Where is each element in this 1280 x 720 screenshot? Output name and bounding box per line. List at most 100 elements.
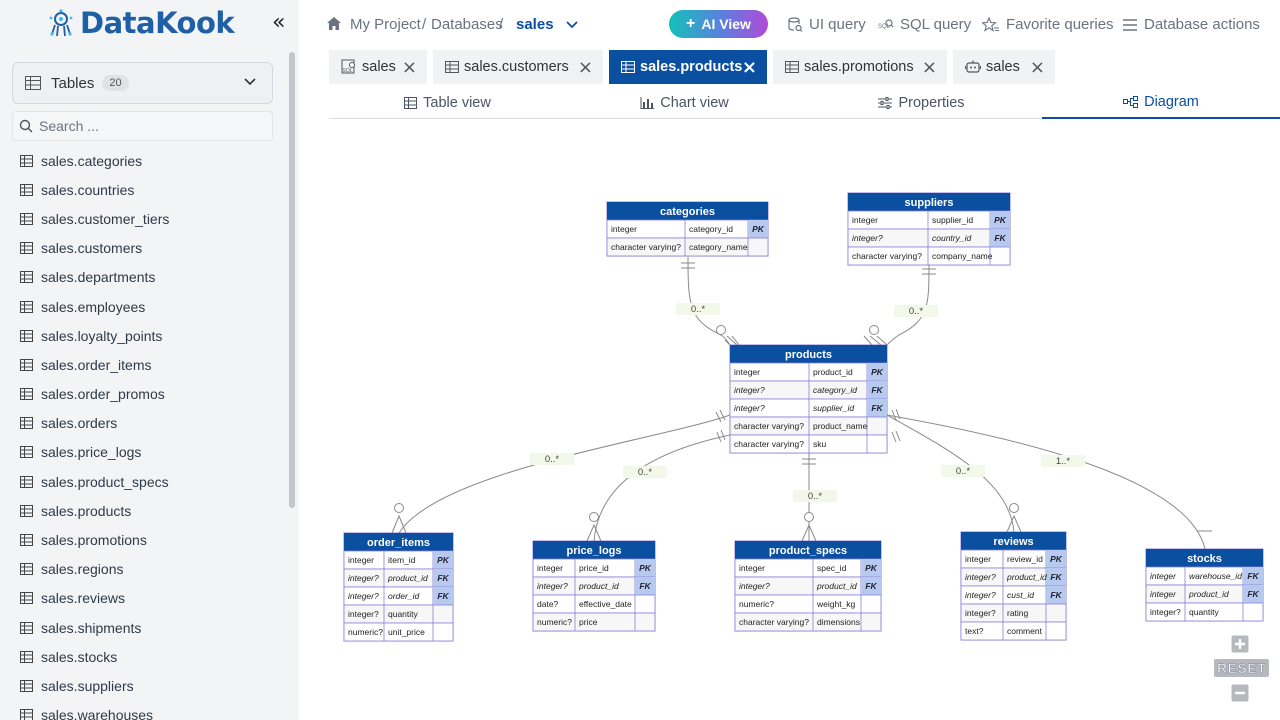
sidebar-table-item[interactable]: sales.product_specs bbox=[0, 467, 290, 496]
one-marker bbox=[716, 429, 726, 443]
tab-sales-ai[interactable]: sales × bbox=[953, 50, 1055, 84]
close-icon[interactable]: × bbox=[922, 57, 937, 78]
tab-sales-products[interactable]: sales.products × bbox=[609, 50, 767, 84]
key-badge: PK bbox=[865, 563, 878, 573]
table-name: sales.customers bbox=[41, 240, 143, 257]
table-name: sales.employees bbox=[41, 298, 146, 315]
cardinality-label: 1..* bbox=[1056, 456, 1071, 467]
cardinality-label: 0..* bbox=[638, 467, 653, 478]
tables-dropdown[interactable]: Tables 20 bbox=[12, 62, 273, 104]
sidebar-table-item[interactable]: sales.order_promos bbox=[0, 380, 290, 409]
favorite-queries-button[interactable]: Favorite queries bbox=[982, 16, 1114, 33]
sidebar-table-item[interactable]: sales.loyalty_points bbox=[0, 321, 290, 350]
sidebar-table-item[interactable]: sales.customer_tiers bbox=[0, 204, 290, 233]
chevron-down-icon[interactable] bbox=[565, 17, 579, 31]
column-name: product_id bbox=[578, 581, 619, 591]
search-input[interactable] bbox=[39, 118, 259, 134]
table-icon bbox=[20, 417, 33, 430]
column-name: sku bbox=[813, 439, 827, 449]
key-badge: FK bbox=[871, 403, 883, 413]
table-name: sales.loyalty_points bbox=[41, 327, 163, 344]
key-badge: PK bbox=[437, 555, 450, 565]
ui-query-button[interactable]: UI query bbox=[787, 16, 866, 33]
key-badge: FK bbox=[639, 581, 651, 591]
tab-chart-view[interactable]: Chart view bbox=[566, 86, 803, 119]
key-badge: PK bbox=[994, 215, 1007, 225]
key-badge: FK bbox=[865, 581, 877, 591]
tab-sales-sql[interactable]: SQL sales × bbox=[329, 50, 427, 84]
sidebar-table-item[interactable]: sales.promotions bbox=[0, 525, 290, 554]
sidebar-scrollbar[interactable] bbox=[289, 52, 295, 508]
sql-icon: SQL bbox=[341, 59, 355, 74]
relationship-line bbox=[886, 263, 930, 346]
home-icon[interactable] bbox=[326, 16, 342, 31]
close-icon[interactable]: × bbox=[402, 57, 417, 78]
close-icon[interactable]: × bbox=[742, 57, 757, 78]
breadcrumb-project[interactable]: My Project bbox=[350, 16, 421, 33]
ui-query-label: UI query bbox=[809, 16, 866, 33]
table-icon bbox=[20, 329, 33, 342]
collapse-sidebar-icon[interactable]: « bbox=[272, 12, 292, 34]
key-badge: PK bbox=[1050, 554, 1063, 564]
sidebar-table-item[interactable]: sales.orders bbox=[0, 409, 290, 438]
entity-name: order_items bbox=[367, 537, 430, 549]
column-type: integer? bbox=[537, 581, 568, 591]
column-type: integer? bbox=[348, 591, 379, 601]
column-type: integer? bbox=[965, 608, 996, 618]
er-diagram[interactable]: 0..* 0..* 0..* 0..* 0..* 0..* 1..* categories in… bbox=[329, 120, 1280, 720]
column-type: integer? bbox=[1150, 607, 1181, 617]
column-type: character varying? bbox=[611, 242, 681, 252]
sidebar-table-item[interactable]: sales.employees bbox=[0, 292, 290, 321]
tab-table-view[interactable]: Table view bbox=[329, 86, 566, 119]
sidebar-table-item[interactable]: sales.customers bbox=[0, 234, 290, 263]
table-icon bbox=[20, 212, 33, 225]
sidebar-table-item[interactable]: sales.categories bbox=[0, 146, 290, 175]
database-actions-button[interactable]: Database actions bbox=[1122, 16, 1260, 33]
sidebar-table-item[interactable]: sales.products bbox=[0, 496, 290, 525]
sidebar-table-item[interactable]: sales.price_logs bbox=[0, 438, 290, 467]
cardinality-label: 0..* bbox=[691, 304, 706, 315]
sidebar-table-item[interactable]: sales.regions bbox=[0, 555, 290, 584]
column-type: character varying? bbox=[734, 421, 804, 431]
table-icon bbox=[404, 96, 418, 109]
tab-sales-customers[interactable]: sales.customers × bbox=[433, 50, 603, 84]
sql-query-button[interactable]: SQL SQL query bbox=[878, 16, 971, 33]
sidebar-table-item[interactable]: sales.order_items bbox=[0, 350, 290, 379]
zoom-in-icon[interactable] bbox=[1231, 635, 1249, 653]
ai-view-button[interactable]: + AI View bbox=[669, 10, 768, 38]
column-name: effective_date bbox=[579, 599, 632, 609]
table-icon bbox=[20, 183, 33, 196]
sidebar-table-item[interactable]: sales.shipments bbox=[0, 613, 290, 642]
tab-diagram[interactable]: Diagram bbox=[1042, 86, 1280, 119]
breadcrumb-databases[interactable]: Databases bbox=[431, 16, 503, 33]
sidebar-table-item[interactable]: sales.suppliers bbox=[0, 671, 290, 700]
sidebar-table-item[interactable]: sales.departments bbox=[0, 263, 290, 292]
zoom-out-icon[interactable] bbox=[1231, 684, 1249, 702]
column-type: integer bbox=[965, 554, 991, 564]
sidebar-table-item[interactable]: sales.reviews bbox=[0, 584, 290, 613]
tab-label: sales.products bbox=[640, 59, 743, 75]
close-icon[interactable]: × bbox=[1030, 57, 1045, 78]
table-icon bbox=[785, 61, 799, 73]
optional-marker bbox=[394, 503, 404, 513]
table-icon bbox=[20, 242, 33, 255]
reset-zoom-button[interactable]: RESET bbox=[1214, 659, 1270, 677]
sidebar-table-item[interactable]: sales.stocks bbox=[0, 642, 290, 671]
table-icon bbox=[20, 621, 33, 634]
tab-sales-promotions[interactable]: sales.promotions × bbox=[773, 50, 947, 84]
sidebar-table-item[interactable]: sales.warehouses bbox=[0, 701, 290, 720]
table-name: sales.reviews bbox=[41, 590, 126, 607]
column-name: product_id bbox=[1006, 572, 1047, 582]
breadcrumb-current-db[interactable]: sales bbox=[516, 16, 554, 33]
tables-count-badge: 20 bbox=[102, 75, 129, 91]
close-icon[interactable]: × bbox=[578, 57, 593, 78]
many-marker bbox=[391, 514, 407, 534]
sidebar-table-item[interactable]: sales.countries bbox=[0, 175, 290, 204]
relationship-line bbox=[398, 414, 731, 534]
sidebar: DataKook « Tables 20 sales.categoriessal… bbox=[0, 0, 299, 720]
tab-properties[interactable]: Properties bbox=[803, 86, 1040, 119]
diagram-canvas[interactable]: 0..* 0..* 0..* 0..* 0..* 0..* 1..* categories in… bbox=[329, 120, 1280, 720]
column-name: category_id bbox=[813, 385, 857, 395]
table-name: sales.order_items bbox=[41, 356, 152, 373]
properties-label: Properties bbox=[898, 94, 965, 111]
